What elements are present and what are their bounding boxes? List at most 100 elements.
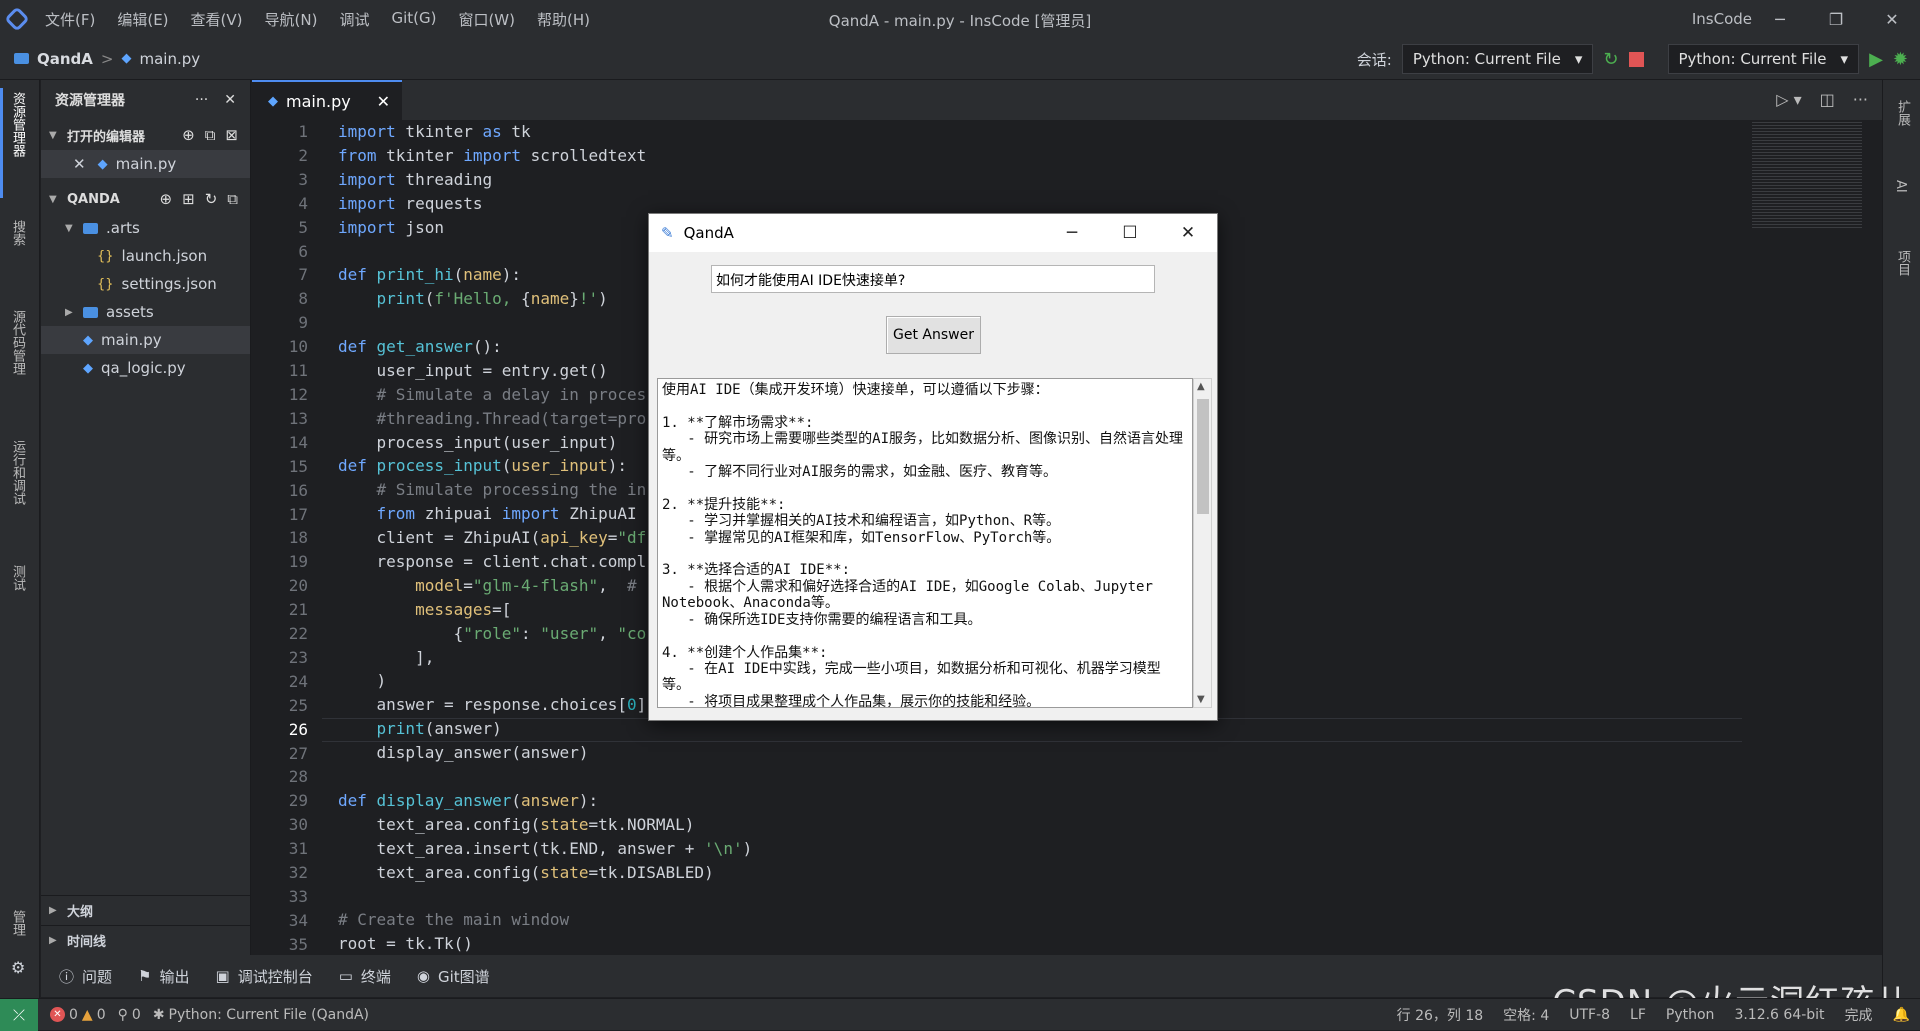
open-editor-item[interactable]: ✕ ◆ main.py [41, 150, 250, 178]
open-editors-section[interactable]: ▼ 打开的编辑器 ⊕ ⧉ ⊠ [41, 120, 250, 150]
file-encoding[interactable]: UTF-8 [1569, 1007, 1610, 1023]
app-logo-icon[interactable] [0, 0, 34, 38]
panel-terminal[interactable]: ▭ 终端 [339, 966, 391, 987]
indent-spaces[interactable]: 空格: 4 [1503, 1005, 1549, 1025]
code-line[interactable] [338, 885, 1192, 909]
line-ending[interactable]: LF [1630, 1007, 1646, 1023]
panel-git-graph[interactable]: ◉ Git图谱 [417, 966, 490, 987]
remote-icon[interactable]: ⤫ [0, 998, 38, 1031]
code-line[interactable]: # Create the main window [338, 908, 1192, 932]
panel-problems[interactable]: ⓘ 问题 [59, 966, 112, 987]
scroll-up-icon[interactable]: ▲ [1197, 381, 1205, 392]
activity-search[interactable]: 搜索 [8, 220, 27, 246]
status-run-config[interactable]: ✱ Python: Current File (QandA) [153, 1007, 369, 1023]
menu-navigate[interactable]: 导航(N) [254, 9, 329, 30]
activity-manage[interactable]: 管理 [8, 910, 27, 936]
code-line[interactable] [338, 765, 1192, 789]
menu-window[interactable]: 窗口(W) [447, 9, 526, 30]
menu-edit[interactable]: 编辑(E) [106, 9, 179, 30]
sidebar-title: 资源管理器 [55, 93, 125, 109]
tree-item-qa-logic[interactable]: ◆ qa_logic.py [41, 354, 250, 382]
close-icon[interactable]: ✕ [73, 155, 86, 173]
save-all-icon[interactable]: ⧉ [205, 126, 216, 144]
code-line[interactable]: text_area.config(state=tk.DISABLED) [338, 861, 1192, 885]
minimap[interactable] [1752, 120, 1862, 230]
question-input[interactable]: 如何才能使用AI IDE快速接单? [711, 265, 1155, 293]
breadcrumb-project[interactable]: QandA [37, 50, 93, 68]
language-mode[interactable]: Python [1666, 1007, 1715, 1023]
maximize-icon[interactable]: ☐ [1101, 214, 1159, 252]
collapse-icon[interactable]: ⧉ [227, 190, 238, 208]
menu-help[interactable]: 帮助(H) [526, 9, 601, 30]
menu-view[interactable]: 查看(V) [180, 9, 254, 30]
minimize-icon[interactable]: ─ [1752, 0, 1808, 38]
more-icon[interactable]: ··· [195, 92, 208, 108]
timeline-section[interactable]: ▶ 时间线 [41, 925, 251, 955]
run-icon[interactable]: ▶ [1869, 49, 1883, 70]
close-icon[interactable]: ✕ [1159, 214, 1217, 252]
activity-debug[interactable]: 运行和调试 [8, 440, 27, 505]
tree-item-arts[interactable]: ▼ .arts [41, 214, 250, 242]
code-line[interactable]: display_answer(answer) [338, 741, 1192, 765]
panel-output[interactable]: ⚑ 输出 [138, 966, 189, 987]
split-editor-icon[interactable]: ◫ [1820, 90, 1835, 109]
code-line[interactable]: def display_answer(answer): [338, 789, 1192, 813]
cursor-position[interactable]: 行 26，列 18 [1397, 1005, 1484, 1025]
breadcrumb-file[interactable]: main.py [139, 50, 200, 68]
bell-icon[interactable]: 🔔 [1893, 1007, 1910, 1023]
activity-explorer[interactable]: 资源管理器 [8, 92, 27, 157]
menu-git[interactable]: Git(G) [380, 9, 447, 30]
interpreter-version[interactable]: 3.12.6 64-bit [1734, 1007, 1824, 1023]
session-select[interactable]: Python: Current File ▾ [1401, 44, 1594, 74]
run-file-icon[interactable]: ▷ ▾ [1776, 90, 1801, 109]
activity-test[interactable]: 测试 [8, 565, 27, 591]
code-line[interactable]: root = tk.Tk() [338, 932, 1192, 956]
restore-icon[interactable]: ❐ [1808, 0, 1864, 38]
project-section[interactable]: ▼ QANDA ⊕ ⊞ ↻ ⧉ [41, 184, 250, 214]
title-bar: 文件(F) 编辑(E) 查看(V) 导航(N) 调试 Git(G) 窗口(W) … [0, 0, 1920, 38]
status-problems[interactable]: ✕ 0 ▲ 0 [50, 1007, 106, 1023]
rightbar-ai[interactable]: AI [1893, 180, 1908, 193]
panel-debug-console[interactable]: ▣ 调试控制台 [216, 966, 313, 987]
scroll-down-icon[interactable]: ▼ [1197, 694, 1205, 705]
refresh-icon[interactable]: ↻ [205, 190, 218, 208]
debug-bug-icon[interactable]: ✹ [1893, 49, 1908, 70]
code-line[interactable]: import threading [338, 168, 1192, 192]
tree-item-settings[interactable]: {} settings.json [41, 270, 250, 298]
code-line[interactable]: text_area.insert(tk.END, answer + '\n') [338, 837, 1192, 861]
gear-icon[interactable]: ⚙ [11, 958, 25, 977]
stop-icon[interactable] [1628, 51, 1644, 67]
answer-text-area[interactable]: 使用AI IDE（集成开发环境）快速接单，可以遵循以下步骤： 1. **了解市场… [657, 378, 1193, 708]
scroll-thumb[interactable] [1197, 399, 1209, 514]
close-all-icon[interactable]: ⊠ [225, 126, 238, 144]
tab-main-py[interactable]: ◆ main.py ✕ [252, 80, 402, 120]
status-ports[interactable]: ⚲ 0 [118, 1007, 141, 1023]
rightbar-project[interactable]: 项目 [1893, 250, 1912, 276]
run-config-select[interactable]: Python: Current File ▾ [1667, 44, 1860, 74]
outline-section[interactable]: ▶ 大纲 [41, 895, 251, 925]
code-line[interactable]: text_area.config(state=tk.NORMAL) [338, 813, 1192, 837]
tree-item-main[interactable]: ◆ main.py [41, 326, 250, 354]
restart-icon[interactable]: ↻ [1603, 49, 1618, 70]
answer-scrollbar[interactable]: ▲ ▼ [1193, 378, 1212, 708]
code-line[interactable]: import requests [338, 192, 1192, 216]
menu-file[interactable]: 文件(F) [34, 9, 106, 30]
new-file-icon[interactable]: ⊕ [182, 126, 195, 144]
tree-item-launch[interactable]: {} launch.json [41, 242, 250, 270]
tree-item-assets[interactable]: ▶ assets [41, 298, 250, 326]
new-file-icon[interactable]: ⊕ [160, 190, 173, 208]
close-icon[interactable]: ✕ [377, 92, 390, 111]
close-icon[interactable]: ✕ [224, 92, 236, 108]
code-line[interactable]: from tkinter import scrolledtext [338, 144, 1192, 168]
code-line[interactable]: import tkinter as tk [338, 120, 1192, 144]
more-icon[interactable]: ··· [1853, 90, 1868, 109]
new-folder-icon[interactable]: ⊞ [182, 190, 195, 208]
activity-scm[interactable]: 源代码管理 [8, 310, 27, 375]
close-icon[interactable]: ✕ [1864, 0, 1920, 38]
get-answer-button[interactable]: Get Answer [886, 316, 981, 354]
menu-debug[interactable]: 调试 [328, 9, 380, 30]
minimize-icon[interactable]: ─ [1043, 214, 1101, 252]
line-number: 32 [288, 863, 308, 883]
rightbar-extensions[interactable]: 扩展 [1893, 100, 1912, 126]
brand-label[interactable]: InsCode [1692, 10, 1752, 28]
